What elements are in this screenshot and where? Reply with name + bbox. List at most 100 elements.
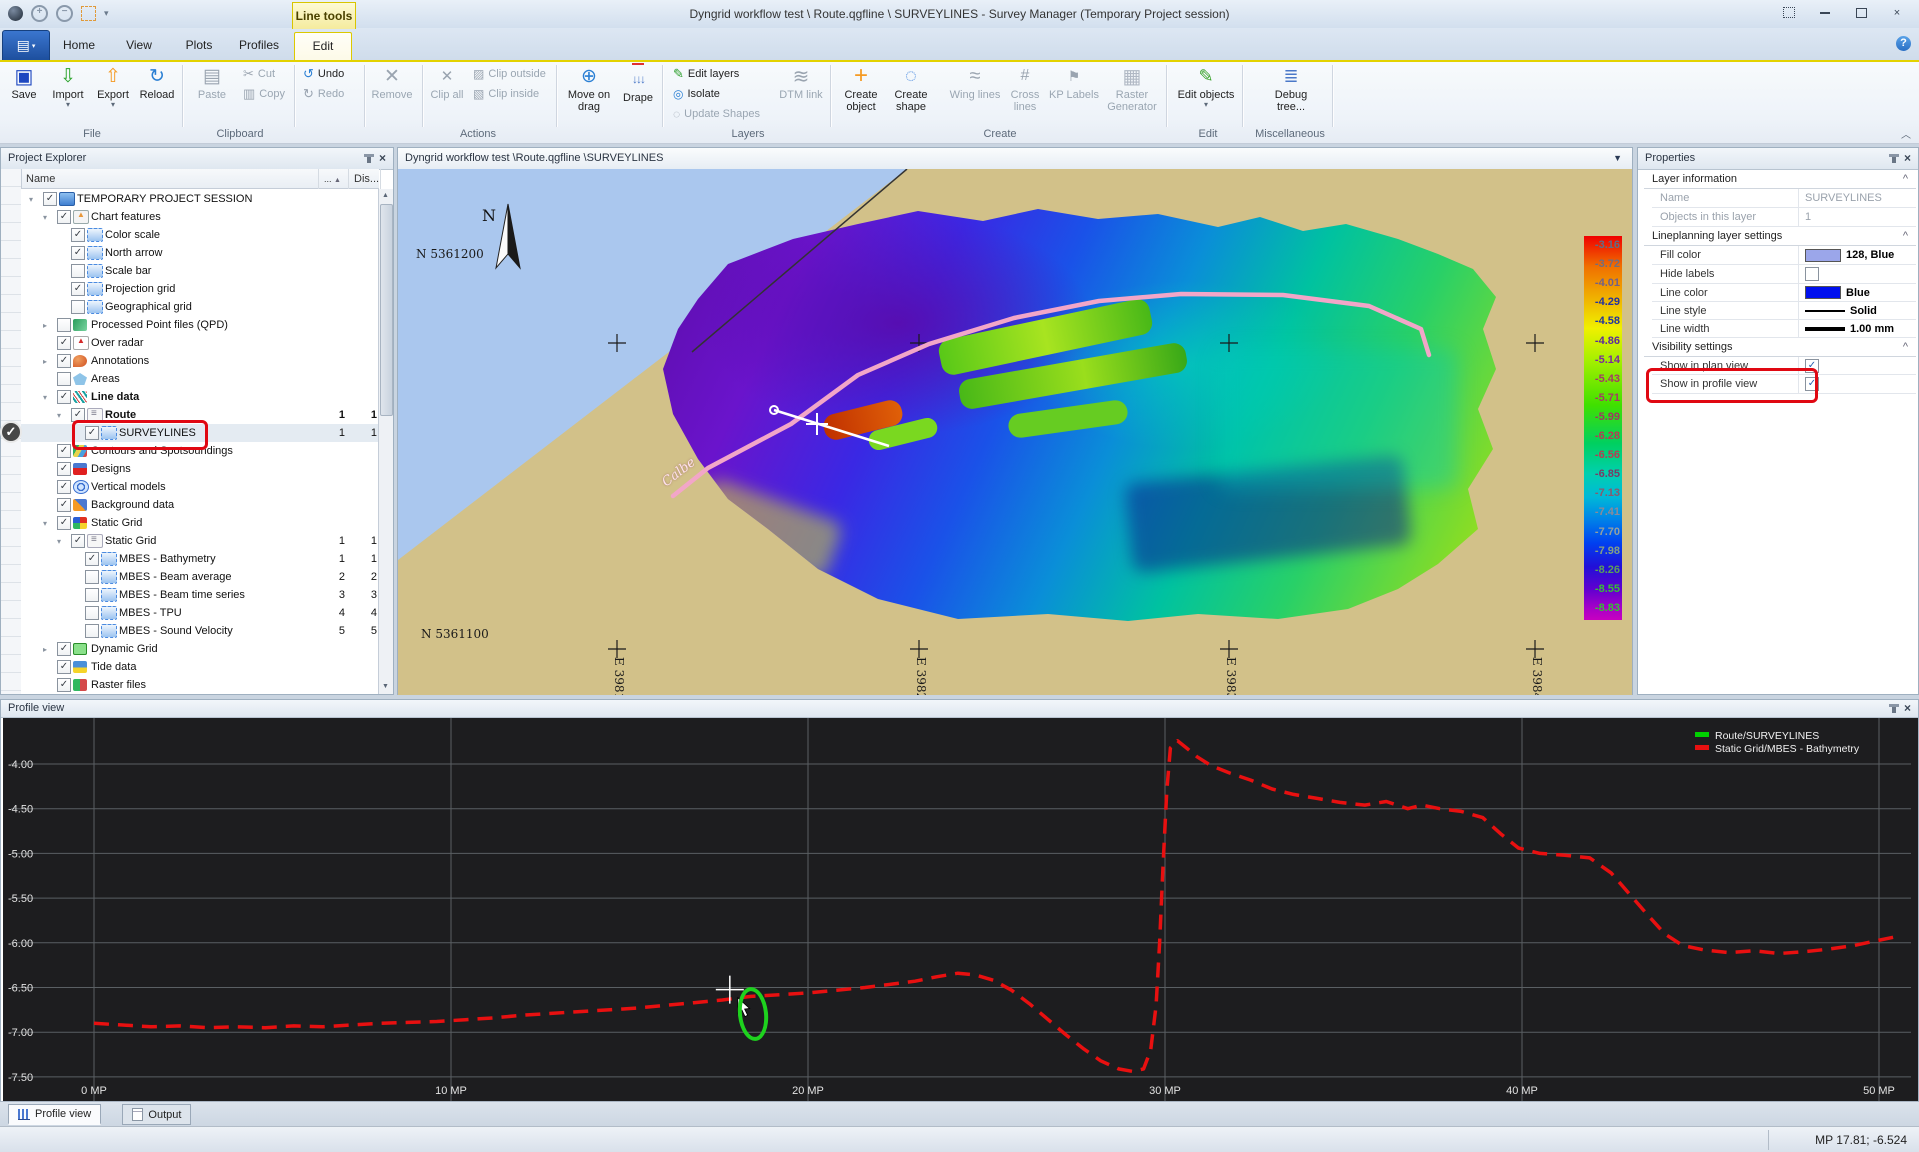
collapse-icon[interactable]: ▾	[43, 519, 47, 528]
tab-home[interactable]: Home	[52, 32, 106, 59]
create-object-button[interactable]: +Create object	[838, 63, 884, 126]
visibility-checkbox[interactable]: ✓	[57, 354, 71, 368]
scrollbar-thumb[interactable]	[380, 204, 393, 416]
reload-button[interactable]: ↻Reload	[136, 63, 178, 126]
update-shapes-button[interactable]: ◌Update Shapes	[670, 104, 773, 123]
visibility-checkbox[interactable]: ✓	[71, 282, 85, 296]
tree-row-mbes-beam-average[interactable]: MBES - Beam average22	[21, 568, 379, 586]
collapse-icon[interactable]: ▾	[43, 213, 47, 222]
clip-all-button[interactable]: ✕Clip all	[426, 63, 468, 126]
copy-button[interactable]: ▥Copy	[240, 84, 297, 103]
tree-row-raster-files[interactable]: ✓Raster files	[21, 676, 379, 694]
section-visibility[interactable]: Visibility settings^	[1644, 338, 1916, 357]
tree-row-mbes-beam-time-series[interactable]: MBES - Beam time series33	[21, 586, 379, 604]
tree-row-north-arrow[interactable]: ✓North arrow	[21, 244, 379, 262]
expand-icon[interactable]: ▸	[43, 645, 47, 654]
tree-row-line-data[interactable]: ▾✓Line data	[21, 388, 379, 406]
wing-lines-button[interactable]: ≈Wing lines	[948, 63, 1002, 126]
cross-lines-button[interactable]: #Cross lines	[1004, 63, 1046, 126]
bottom-tab-output[interactable]: Output	[122, 1104, 191, 1125]
visibility-checkbox[interactable]: ✓	[57, 660, 71, 674]
import-button[interactable]: ⇩Import▾	[46, 63, 90, 126]
pin-icon[interactable]	[1892, 704, 1896, 713]
collapse-icon[interactable]: ▾	[57, 537, 61, 546]
tab-view[interactable]: View	[112, 32, 166, 59]
redo-button[interactable]: ↻Redo	[300, 84, 361, 103]
remove-button[interactable]: ✕Remove	[368, 63, 416, 126]
panel-close-icon[interactable]: ×	[1904, 151, 1911, 165]
tree-row-static-grid[interactable]: ▾✓Static Grid11	[21, 532, 379, 550]
dropdown-arrow-icon[interactable]: ▾	[111, 101, 115, 108]
visibility-checkbox[interactable]	[57, 318, 71, 332]
bottom-tab-profile-view[interactable]: Profile view	[8, 1104, 101, 1125]
visibility-checkbox[interactable]: ✓	[85, 552, 99, 566]
maximize-button[interactable]	[1851, 5, 1871, 20]
tree-row-geographical-grid[interactable]: Geographical grid	[21, 298, 379, 316]
visibility-checkbox[interactable]: ✓	[43, 192, 57, 206]
visibility-checkbox[interactable]: ✓	[57, 336, 71, 350]
undo-button[interactable]: ↺Undo	[300, 64, 361, 83]
raster-generator-button[interactable]: ▦Raster Generator	[1102, 63, 1162, 126]
move-on-drag-button[interactable]: ⊕Move on drag	[562, 63, 616, 126]
tree-row-mbes-tpu[interactable]: MBES - TPU44	[21, 604, 379, 622]
save-button[interactable]: ▣Save	[4, 63, 44, 126]
dropdown-arrow-icon[interactable]: ▾	[1204, 101, 1208, 108]
collapse-icon[interactable]: ▾	[29, 195, 33, 204]
tree-row-static-grid[interactable]: ▾✓Static Grid	[21, 514, 379, 532]
visibility-checkbox[interactable]: ✓	[71, 228, 85, 242]
visibility-checkbox[interactable]: ✓	[57, 210, 71, 224]
tree-scrollbar[interactable]: ▲ ▼	[378, 189, 393, 694]
clip-inside-button[interactable]: ▧Clip inside	[470, 84, 553, 103]
tree-row-scale-bar[interactable]: Scale bar	[21, 262, 379, 280]
column-name[interactable]: Name	[21, 169, 319, 189]
visibility-checkbox[interactable]: ✓	[71, 534, 85, 548]
application-menu-button[interactable]: ▤▾	[2, 30, 50, 61]
property-row-fill-color[interactable]: Fill color 128, Blue	[1652, 246, 1916, 265]
tree-row-areas[interactable]: Areas	[21, 370, 379, 388]
panel-close-icon[interactable]: ×	[1904, 701, 1911, 715]
expand-icon[interactable]: ▸	[43, 321, 47, 330]
scroll-down-icon[interactable]: ▼	[379, 680, 392, 694]
create-shape-button[interactable]: ◌Create shape	[888, 63, 934, 126]
visibility-checkbox[interactable]	[71, 300, 85, 314]
tree-row-processed-point-files-qpd-[interactable]: ▸Processed Point files (QPD)	[21, 316, 379, 334]
tree-row-background-data[interactable]: ✓Background data	[21, 496, 379, 514]
tree-row-color-scale[interactable]: ✓Color scale	[21, 226, 379, 244]
close-button[interactable]: ×	[1887, 5, 1907, 20]
line-color-swatch[interactable]	[1805, 286, 1841, 299]
visibility-checkbox[interactable]: ✓	[57, 390, 71, 404]
visibility-checkbox[interactable]: ✓	[57, 480, 71, 494]
column-more[interactable]: ... ▲	[319, 169, 349, 189]
collapse-icon[interactable]: ▾	[57, 411, 61, 420]
tab-profiles[interactable]: Profiles	[230, 32, 288, 59]
kp-labels-button[interactable]: ⚑KP Labels	[1048, 63, 1100, 126]
visibility-checkbox[interactable]	[85, 570, 99, 584]
tree-row-designs[interactable]: ✓Designs	[21, 460, 379, 478]
tree-row-mbes-sound-velocity[interactable]: MBES - Sound Velocity55	[21, 622, 379, 640]
visibility-checkbox[interactable]	[57, 372, 71, 386]
dtm-link-button[interactable]: ≋DTM link	[774, 63, 828, 126]
view-dropdown-icon[interactable]: ▼	[1613, 153, 1622, 163]
property-row-line-width[interactable]: Line width 1.00 mm	[1652, 320, 1916, 338]
collapse-ribbon-icon[interactable]: ︿	[1901, 126, 1911, 141]
collapse-icon[interactable]: ▾	[43, 393, 47, 402]
tree-row-tide-data[interactable]: ✓Tide data	[21, 658, 379, 676]
hide-labels-checkbox[interactable]	[1805, 267, 1819, 281]
tree-row-annotations[interactable]: ▸✓Annotations	[21, 352, 379, 370]
expand-icon[interactable]: ▸	[43, 357, 47, 366]
scroll-up-icon[interactable]: ▲	[379, 189, 392, 203]
visibility-checkbox[interactable]: ✓	[57, 678, 71, 692]
visibility-checkbox[interactable]	[85, 606, 99, 620]
tree-row-chart-features[interactable]: ▾✓Chart features	[21, 208, 379, 226]
pin-icon[interactable]	[367, 154, 371, 163]
map-canvas[interactable]: N N 5361200 N 5361100 E 398100E 398200E …	[398, 169, 1632, 695]
isolate-button[interactable]: ◎Isolate	[670, 84, 735, 103]
dropdown-arrow-icon[interactable]: ▾	[66, 101, 70, 108]
visibility-checkbox[interactable]	[85, 624, 99, 638]
tab-plots[interactable]: Plots	[172, 32, 226, 59]
visibility-checkbox[interactable]: ✓	[57, 498, 71, 512]
tab-edit[interactable]: Edit	[294, 32, 352, 60]
tree-row-mbes-bathymetry[interactable]: ✓MBES - Bathymetry11	[21, 550, 379, 568]
fill-color-swatch[interactable]	[1805, 249, 1841, 262]
section-lineplanning[interactable]: Lineplanning layer settings^	[1644, 227, 1916, 246]
